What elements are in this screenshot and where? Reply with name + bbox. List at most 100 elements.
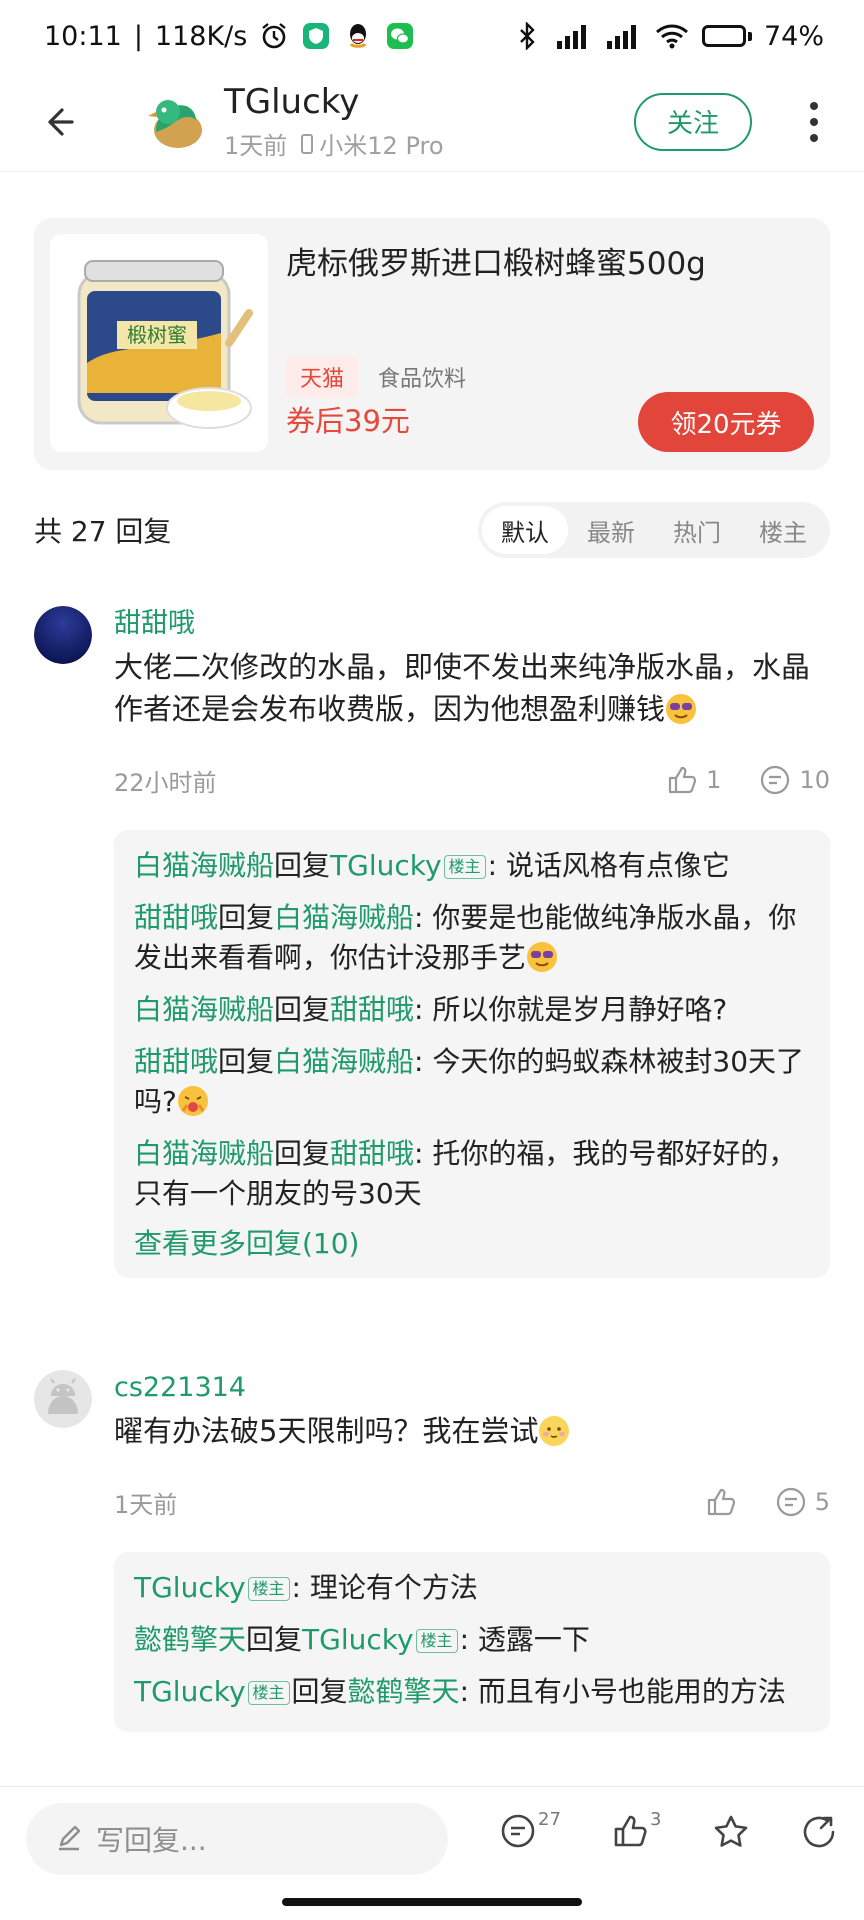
reply-author[interactable]: 白猫海贼船 bbox=[134, 1137, 274, 1170]
back-button[interactable] bbox=[28, 92, 88, 152]
post-meta: 1天前 小米12 Pro bbox=[224, 126, 634, 161]
reply-text: : 透露一下 bbox=[459, 1623, 590, 1656]
reply-text: : 而且有小号也能用的方法 bbox=[459, 1675, 786, 1708]
reply-count: 10 bbox=[799, 766, 830, 794]
category-tag: 食品饮料 bbox=[378, 367, 467, 392]
sort-tab-op[interactable]: 楼主 bbox=[740, 506, 826, 554]
reply-target[interactable]: 懿鹤擎天 bbox=[348, 1675, 460, 1708]
view-more-replies[interactable]: 查看更多回复(10) bbox=[134, 1220, 810, 1264]
product-title[interactable]: 虎标俄罗斯进口椴树蜂蜜500g bbox=[286, 238, 814, 283]
follow-button[interactable]: 关注 bbox=[634, 92, 752, 151]
author-avatar[interactable] bbox=[142, 90, 206, 154]
author-name[interactable]: TGlucky bbox=[224, 82, 634, 123]
reply-target[interactable]: 甜甜哦 bbox=[330, 1137, 414, 1170]
reply-author[interactable]: 懿鹤擎天 bbox=[134, 1623, 246, 1656]
signal-icon-2 bbox=[604, 21, 642, 51]
coupon-button[interactable]: 领20元券 bbox=[638, 392, 814, 452]
op-badge: 楼主 bbox=[443, 855, 486, 879]
comment-time: 22小时前 bbox=[114, 768, 217, 797]
likes-count: 3 bbox=[650, 1809, 662, 1830]
reply-target[interactable]: 甜甜哦 bbox=[330, 993, 414, 1026]
more-icon[interactable] bbox=[792, 92, 836, 152]
reply-author[interactable]: 白猫海贼船 bbox=[134, 849, 274, 882]
like-button[interactable] bbox=[705, 1486, 737, 1518]
commenter-avatar[interactable] bbox=[34, 1370, 92, 1428]
reply-connector: 回复 bbox=[218, 901, 275, 934]
page-header: TGlucky 1天前 小米12 Pro 关注 bbox=[0, 72, 864, 172]
comment-author[interactable]: 甜甜哦 bbox=[114, 606, 830, 642]
like-post-button[interactable]: 3 bbox=[612, 1809, 661, 1865]
sort-tabs: 默认 最新 热门 楼主 bbox=[478, 502, 830, 558]
reply-target[interactable]: TGlucky bbox=[302, 1623, 414, 1656]
sub-reply[interactable]: 甜甜哦回复白猫海贼船: 你要是也能做纯净版水晶，你发出来看看啊，你估计没那手艺 bbox=[134, 892, 810, 984]
share-button[interactable] bbox=[800, 1813, 838, 1865]
comment-text-content: 曜有办法破5天限制吗？我在尝试 bbox=[114, 1414, 539, 1448]
reply-author[interactable]: TGlucky bbox=[134, 1675, 246, 1708]
sub-reply[interactable]: 白猫海贼船回复甜甜哦: 所以你就是岁月静好咯? bbox=[134, 984, 810, 1036]
reply-target[interactable]: 白猫海贼船 bbox=[274, 1045, 414, 1078]
home-indicator[interactable] bbox=[282, 1898, 582, 1906]
share-icon bbox=[803, 1816, 835, 1848]
comment-text[interactable]: 曜有办法破5天限制吗？我在尝试 bbox=[114, 1410, 830, 1452]
shield-icon bbox=[301, 21, 331, 51]
reply-connector: 回复 bbox=[274, 849, 331, 882]
reply-author[interactable]: 白猫海贼船 bbox=[134, 993, 274, 1026]
sort-tab-hot[interactable]: 热门 bbox=[654, 506, 740, 554]
reply-connector: 回复 bbox=[291, 1675, 348, 1708]
wechat-icon bbox=[385, 21, 415, 51]
status-bar: 10:11 | 118K/s 74% bbox=[0, 0, 864, 72]
reply-author[interactable]: TGlucky bbox=[134, 1571, 246, 1604]
op-badge: 楼主 bbox=[247, 1681, 290, 1705]
commenter-avatar[interactable] bbox=[34, 606, 92, 664]
product-card[interactable]: 椴树蜜 虎标俄罗斯进口椴树蜂蜜500g 天猫 食品饮料 券后39元 领20元券 bbox=[34, 218, 830, 470]
reply-input[interactable]: 写回复... bbox=[26, 1803, 448, 1875]
comments-count: 27 bbox=[538, 1809, 561, 1830]
reply-connector: 回复 bbox=[246, 1623, 303, 1656]
reply-button[interactable]: 10 bbox=[759, 764, 830, 796]
comment-meta: 1天前 5 bbox=[114, 1482, 830, 1522]
alarm-icon bbox=[259, 21, 289, 51]
signal-icon bbox=[554, 21, 592, 51]
comment-body: 甜甜哦 大佬二次修改的水晶，即使不发出来纯净版水晶，水晶作者还是会发布收费版，因… bbox=[114, 606, 830, 1278]
reply-input-placeholder: 写回复... bbox=[96, 1824, 207, 1857]
device-name: 小米12 Pro bbox=[319, 132, 444, 161]
replies-header: 共 27 回复 默认 最新 热门 楼主 bbox=[34, 500, 830, 560]
post-time: 1天前 bbox=[224, 132, 288, 161]
reply-text: : 说话风格有点像它 bbox=[487, 849, 730, 882]
replies-count: 共 27 回复 bbox=[34, 515, 172, 548]
phone-icon bbox=[301, 133, 314, 154]
comment-text[interactable]: 大佬二次修改的水晶，即使不发出来纯净版水晶，水晶作者还是会发布收费版，因为他想盈… bbox=[114, 646, 830, 730]
like-icon bbox=[614, 1815, 647, 1847]
sub-reply[interactable]: 白猫海贼船回复TGlucky 楼主: 说话风格有点像它 bbox=[134, 840, 810, 892]
battery-icon bbox=[701, 25, 752, 47]
comment-author[interactable]: cs221314 bbox=[114, 1370, 830, 1406]
reply-text: : 理论有个方法 bbox=[291, 1571, 478, 1604]
qq-icon bbox=[343, 21, 373, 51]
header-info: TGlucky 1天前 小米12 Pro bbox=[224, 82, 634, 162]
sub-reply[interactable]: 甜甜哦回复白猫海贼船: 今天你的蚂蚁森林被封30天了吗? bbox=[134, 1036, 810, 1128]
comment-icon bbox=[501, 1814, 535, 1848]
sub-replies: TGlucky 楼主: 理论有个方法 懿鹤擎天回复TGlucky 楼主: 透露一下 … bbox=[114, 1552, 830, 1732]
comments-button[interactable]: 27 bbox=[500, 1809, 561, 1865]
back-arrow-icon bbox=[48, 107, 74, 136]
reply-target[interactable]: TGlucky bbox=[330, 849, 442, 882]
reply-author[interactable]: 甜甜哦 bbox=[134, 1045, 218, 1078]
sub-reply[interactable]: TGlucky 楼主: 理论有个方法 bbox=[134, 1562, 810, 1614]
sub-reply[interactable]: TGlucky 楼主 回复懿鹤擎天: 而且有小号也能用的方法 bbox=[134, 1666, 810, 1718]
op-badge: 楼主 bbox=[247, 1577, 290, 1601]
sub-reply[interactable]: 白猫海贼船回复甜甜哦: 托你的福，我的号都好好的，只有一个朋友的号30天 bbox=[134, 1128, 810, 1220]
reply-target[interactable]: 白猫海贼船 bbox=[274, 901, 414, 934]
sub-replies: 白猫海贼船回复TGlucky 楼主: 说话风格有点像它 甜甜哦回复白猫海贼船: 你… bbox=[114, 830, 830, 1278]
comment-meta: 22小时前 1 10 bbox=[114, 760, 830, 800]
sub-reply[interactable]: 懿鹤擎天回复TGlucky 楼主: 透露一下 bbox=[134, 1614, 810, 1666]
op-badge: 楼主 bbox=[415, 1629, 458, 1653]
sort-tab-latest[interactable]: 最新 bbox=[568, 506, 654, 554]
reply-author[interactable]: 甜甜哦 bbox=[134, 901, 218, 934]
status-left: 10:11 | 118K/s bbox=[44, 21, 415, 52]
comment-body: cs221314 曜有办法破5天限制吗？我在尝试 1天前 5 TGlucky 楼主… bbox=[114, 1370, 830, 1732]
sort-tab-default[interactable]: 默认 bbox=[482, 506, 568, 554]
product-image[interactable]: 椴树蜜 bbox=[50, 234, 268, 452]
favorite-button[interactable] bbox=[712, 1813, 750, 1865]
like-button[interactable]: 1 bbox=[666, 764, 721, 796]
reply-button[interactable]: 5 bbox=[775, 1486, 830, 1518]
